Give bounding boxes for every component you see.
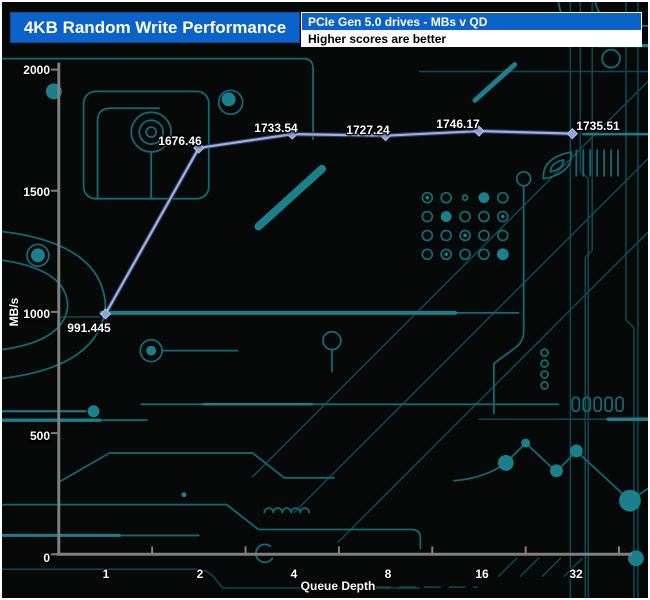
- legend-note: Higher scores are better: [302, 30, 641, 46]
- x-tick-label: 1: [102, 567, 110, 581]
- data-point-label: 991.445: [67, 321, 111, 336]
- x-axis-title: Queue Depth: [300, 579, 376, 593]
- x-tick-label: 2: [196, 567, 204, 581]
- data-point-label: 1733.54: [254, 121, 298, 136]
- legend-series-label: PCIe Gen 5.0 drives - MBs v QD: [302, 13, 641, 31]
- y-tick-label: 2000: [23, 63, 50, 77]
- y-tick-label: 1000: [23, 307, 50, 321]
- chart-title: 4KB Random Write Performance: [10, 12, 300, 43]
- y-tick-label: 1500: [23, 185, 50, 199]
- data-point-label: 1676.46: [158, 133, 202, 148]
- x-tick-label: 16: [475, 567, 489, 581]
- data-point-label: 1746.17: [436, 116, 480, 131]
- legend: PCIe Gen 5.0 drives - MBs v QD Higher sc…: [301, 12, 642, 47]
- line-chart: [50, 62, 632, 556]
- y-axis-title: MB/s: [7, 297, 21, 327]
- data-point-label: 1727.24: [346, 122, 390, 137]
- x-tick-label: 32: [569, 567, 583, 581]
- y-tick-label: 500: [29, 429, 50, 443]
- x-tick-label: 4: [290, 567, 298, 581]
- chart-window: 4KB Random Write Performance PCIe Gen 5.…: [0, 0, 650, 600]
- x-tick-label: 8: [384, 567, 392, 581]
- data-point-label: 1735.51: [576, 118, 620, 133]
- y-tick-label: 0: [43, 551, 50, 565]
